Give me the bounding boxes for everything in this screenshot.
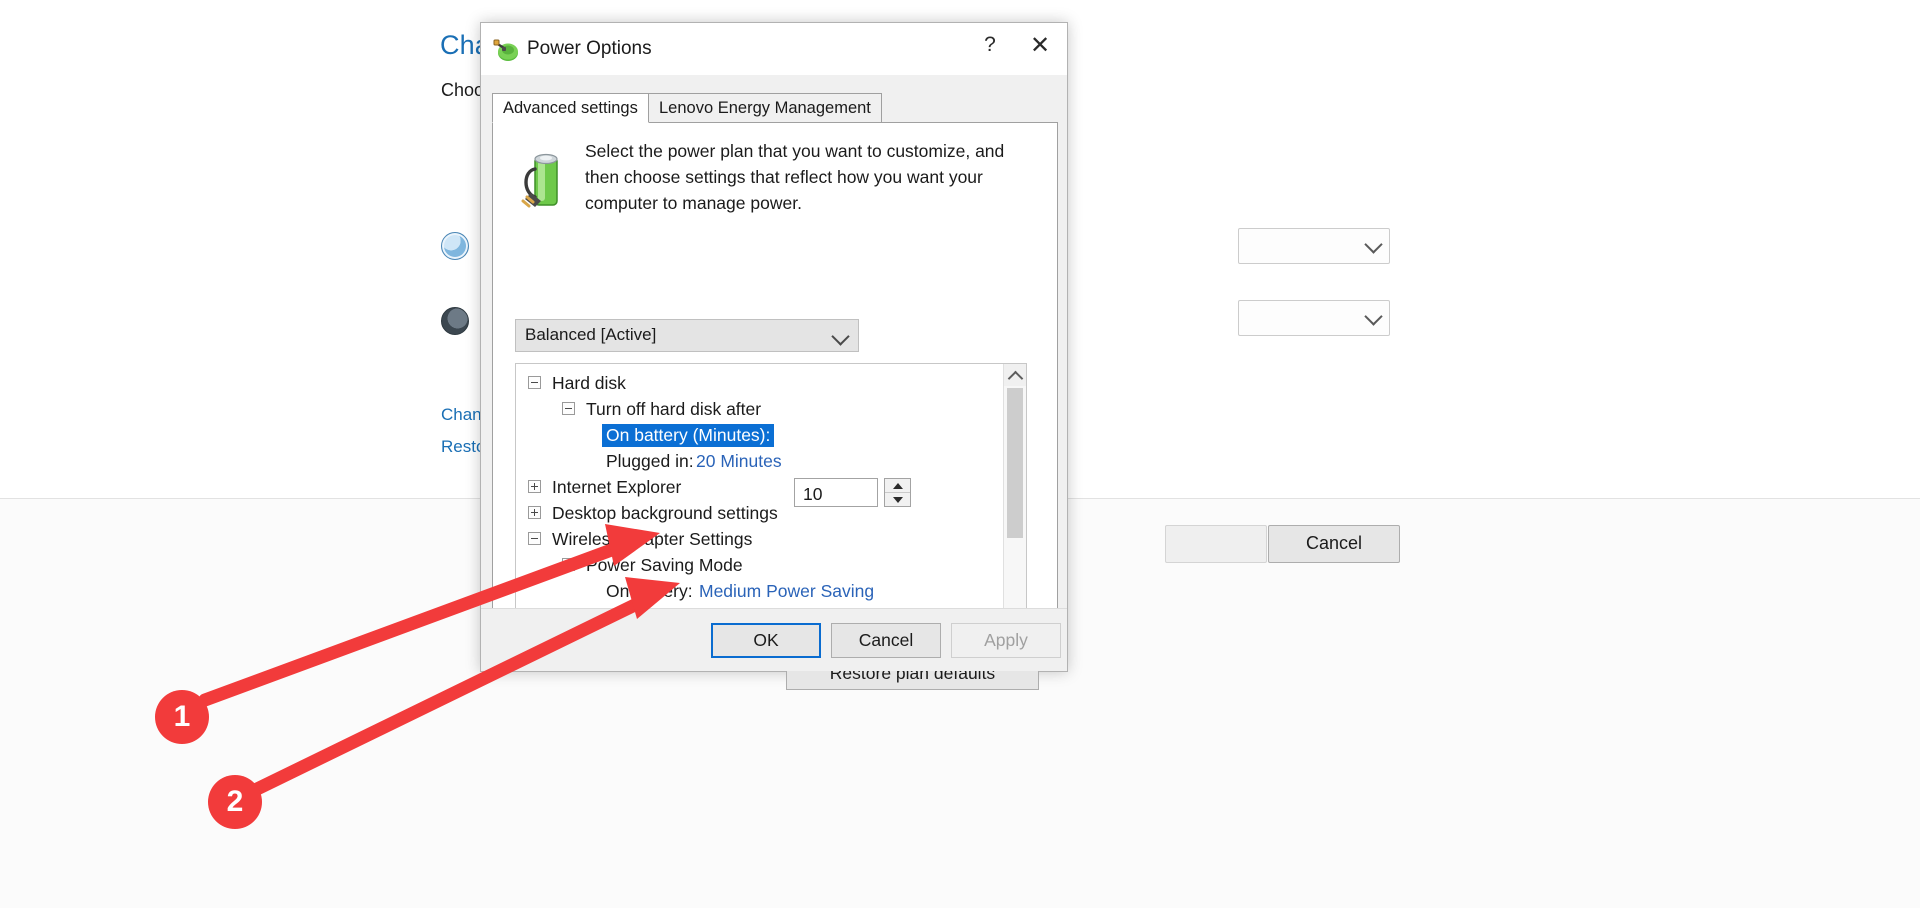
dialog-titlebar: Power Options ? ✕	[481, 23, 1067, 75]
tab-panel-advanced-settings: Select the power plan that you want to c…	[492, 122, 1058, 690]
tab-advanced-settings[interactable]: Advanced settings	[492, 93, 649, 123]
tree-item-power-saving-mode[interactable]: Power Saving Mode	[516, 552, 1005, 578]
power-options-dialog: Power Options ? ✕ Advanced settings Leno…	[480, 22, 1068, 690]
power-plan-value: Balanced [Active]	[525, 325, 657, 344]
chevron-down-icon	[831, 327, 850, 346]
apply-button: Apply	[951, 623, 1061, 658]
tree-item-label: Plugged in:	[606, 451, 694, 471]
tab-lenovo-energy-management[interactable]: Lenovo Energy Management	[648, 93, 882, 123]
tree-item-hard-disk[interactable]: Hard disk	[516, 370, 1005, 396]
moon-icon	[441, 307, 469, 335]
expand-plus-icon[interactable]	[528, 480, 541, 493]
cancel-button[interactable]: Cancel	[831, 623, 941, 658]
collapse-minus-icon[interactable]	[528, 376, 541, 389]
collapse-minus-icon[interactable]	[562, 558, 575, 571]
tree-item-label: Wireless Adapter Settings	[552, 529, 753, 549]
page-save-button[interactable]	[1165, 525, 1267, 563]
dialog-tabstrip: Advanced settings Lenovo Energy Manageme…	[492, 93, 1058, 123]
expand-plus-icon[interactable]	[528, 506, 541, 519]
power-plan-select[interactable]: Balanced [Active]	[515, 319, 859, 352]
tree-item-label: On battery:	[606, 581, 693, 601]
chevron-down-icon	[1364, 307, 1383, 326]
tree-item-on-battery-power-saving[interactable]: On battery: Medium Power Saving	[516, 578, 1005, 604]
tree-item-label: Internet Explorer	[552, 477, 682, 497]
tree-item-value[interactable]: Medium Power Saving	[699, 578, 874, 604]
tree-item-on-battery-minutes[interactable]: On battery (Minutes): 10	[516, 422, 1005, 507]
close-icon[interactable]: ✕	[1017, 23, 1063, 67]
collapse-minus-icon[interactable]	[562, 402, 575, 415]
tree-item-internet-explorer[interactable]: Internet Explorer	[516, 474, 1005, 500]
display-icon	[441, 232, 469, 260]
chevron-up-icon	[1007, 370, 1024, 387]
chevron-down-icon	[1364, 235, 1383, 254]
power-plug-battery-icon	[493, 39, 518, 61]
tree-item-label: Power Saving Mode	[586, 555, 743, 575]
tree-item-label: Desktop background settings	[552, 503, 778, 523]
collapse-minus-icon[interactable]	[528, 532, 541, 545]
advanced-settings-tree[interactable]: Hard disk Turn off hard disk after On ba…	[515, 363, 1027, 641]
selected-setting-label: On battery (Minutes):	[602, 424, 775, 447]
tree-item-value[interactable]: 20 Minutes	[696, 448, 782, 474]
dialog-title: Power Options	[527, 38, 652, 59]
tree-item-desktop-background-settings[interactable]: Desktop background settings	[516, 500, 1005, 526]
tree-item-wireless-adapter-settings[interactable]: Wireless Adapter Settings	[516, 526, 1005, 552]
scrollbar-thumb[interactable]	[1007, 388, 1023, 538]
battery-plug-icon	[521, 153, 558, 208]
display-timeout-combo[interactable]	[1238, 228, 1390, 264]
scroll-up-button[interactable]	[1004, 364, 1026, 387]
help-icon[interactable]: ?	[967, 23, 1013, 67]
ok-button[interactable]: OK	[711, 623, 821, 658]
tree-item-turn-off-hard-disk-after[interactable]: Turn off hard disk after	[516, 396, 1005, 422]
tree-scrollbar[interactable]	[1003, 364, 1026, 640]
annotation-badge-1: 1	[155, 690, 209, 744]
annotation-badge-2: 2	[208, 775, 262, 829]
dialog-description: Select the power plan that you want to c…	[585, 141, 1005, 213]
tree-item-label: Turn off hard disk after	[586, 399, 762, 419]
sleep-timeout-combo[interactable]	[1238, 300, 1390, 336]
page-cancel-button[interactable]: Cancel	[1268, 525, 1400, 563]
dialog-footer: OK Cancel Apply	[481, 608, 1067, 671]
tree-item-plugged-in-hard-disk[interactable]: Plugged in: 20 Minutes	[516, 448, 1005, 474]
tree-item-label: Hard disk	[552, 373, 626, 393]
